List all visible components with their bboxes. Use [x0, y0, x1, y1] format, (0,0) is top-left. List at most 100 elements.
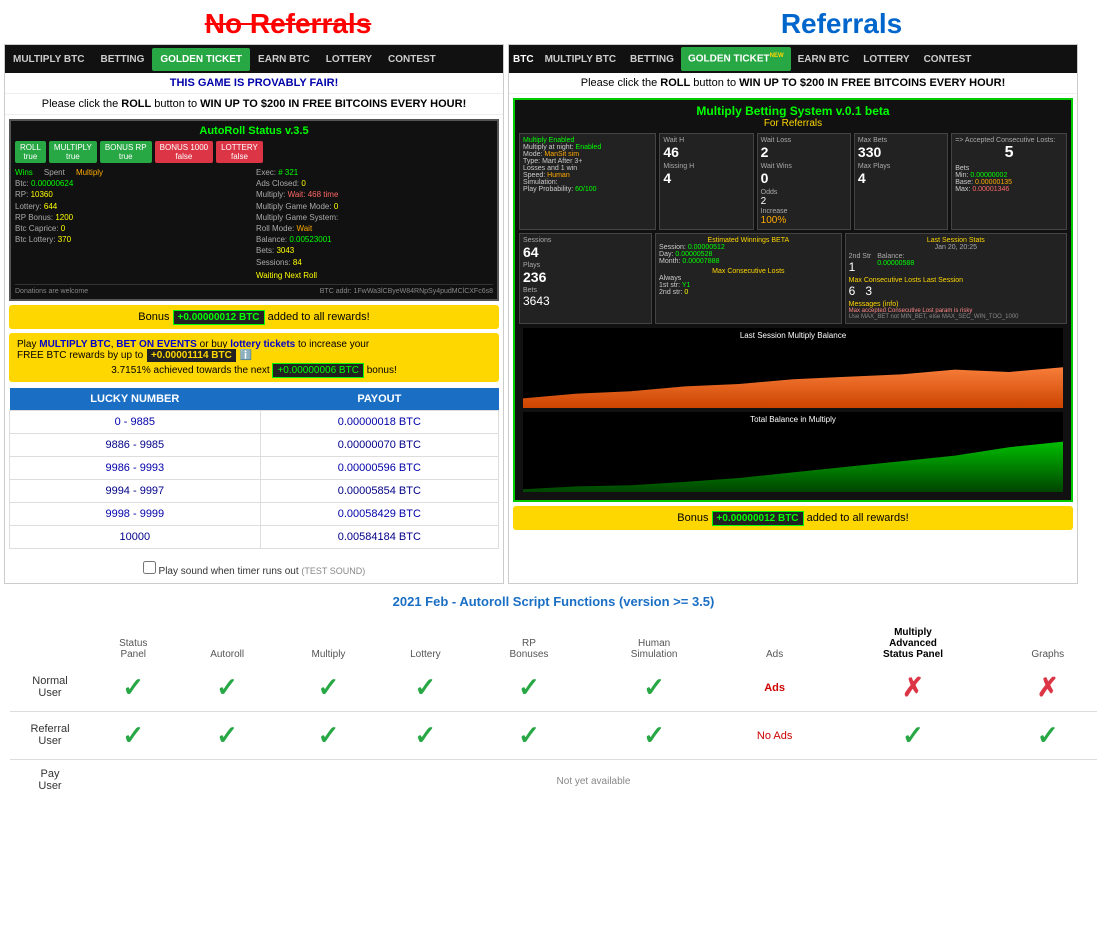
bonus1000-btn[interactable]: BONUS 1000false — [155, 141, 213, 163]
right-nav-bar: BTC MULTIPLY BTC BETTING GOLDEN TICKETNE… — [509, 45, 1077, 73]
session-est: Session: 0.00000512 — [659, 244, 838, 251]
col-payout: PAYOUT — [260, 388, 498, 411]
right-nav-lottery[interactable]: LOTTERY — [856, 48, 916, 71]
comparison-table: Status Panel Autoroll Multiply Lottery R… — [10, 623, 1097, 800]
payout-5: 0.00058429 BTC — [260, 502, 498, 525]
pay-user-label: PayUser — [10, 759, 90, 800]
max-val-row: Max: 0.00001346 — [955, 186, 1063, 193]
messages-label: Messages (info) — [849, 301, 1063, 308]
multiply-title: Multiply Betting System v.0.1 beta — [519, 104, 1067, 118]
table-row: 9998 - 9999 0.00058429 BTC — [10, 502, 499, 525]
missing-h-val: 4 — [663, 170, 749, 186]
btc-caprice-stat: Btc Caprice: 0 — [15, 223, 252, 234]
day-est: Day: 0.00000528 — [659, 251, 838, 258]
lottery-btn[interactable]: LOTTERYfalse — [216, 141, 263, 163]
lottery-stat: Lottery: 644 — [15, 201, 252, 212]
payout-2: 0.00000070 BTC — [260, 433, 498, 456]
right-bonus-amount: +0.00000012 BTC — [712, 511, 804, 526]
referrals-title: Referrals — [781, 8, 902, 40]
right-bonus-suffix: added to all rewards! — [807, 512, 909, 524]
increase-label: Increase — [761, 208, 847, 215]
progress-line: 3.7151% achieved towards the next +0.000… — [17, 365, 491, 376]
type-label: Type: Mart After 3+ — [523, 158, 652, 165]
promo-line2: FREE BTC rewards by up to +0.00001114 BT… — [17, 350, 491, 361]
first-str2-label: 2nd Str — [849, 253, 872, 260]
max-consec-label: Max Consecutive Losts — [659, 268, 838, 275]
right-nav-betting[interactable]: BETTING — [623, 48, 681, 71]
night-enabled: Multiply at night: Enabled — [523, 144, 652, 151]
nav-contest[interactable]: CONTEST — [380, 48, 444, 71]
rp-bonus-stat: RP Bonus: 1200 — [15, 212, 252, 223]
right-nav-btc[interactable]: BTC — [509, 48, 538, 71]
month-est: Month: 0.00007888 — [659, 258, 838, 265]
normal-user-label: NormalUser — [10, 664, 90, 712]
bets-count-label: Bets — [523, 287, 648, 294]
col-human-sim: Human Simulation — [586, 623, 722, 664]
roll-btn[interactable]: ROLLtrue — [15, 141, 46, 163]
btc-lottery-stat: Btc Lottery: 370 — [15, 234, 252, 245]
normal-autoroll: ✓ — [177, 664, 278, 712]
col-status-panel: Status Panel — [90, 623, 177, 664]
pay-user-row: PayUser Not yet available — [10, 759, 1097, 800]
max-bets-label: Max Bets — [858, 137, 944, 144]
max-bets-val: 330 — [858, 144, 944, 160]
wait-h-val: 46 — [663, 144, 749, 160]
right-nav-contest[interactable]: CONTEST — [917, 48, 979, 71]
referral-lottery: ✓ — [379, 711, 471, 759]
range-1: 0 - 9885 — [10, 410, 261, 433]
game-mode-stat: Multiply Game Mode: 0 — [256, 201, 493, 212]
sound-label: Play sound when timer runs out — [159, 566, 299, 577]
col-ads: Ads — [722, 623, 828, 664]
promo-bar: Play MULTIPLY BTC, BET ON EVENTS or buy … — [9, 333, 499, 382]
right-nav-multiply[interactable]: MULTIPLY BTC — [538, 48, 623, 71]
left-nav-bar: MULTIPLY BTC BETTING GOLDEN TICKET EARN … — [5, 45, 503, 73]
sound-row: Play sound when timer runs out (TEST SOU… — [5, 555, 503, 583]
nav-lottery[interactable]: LOTTERY — [318, 48, 380, 71]
multiply-box: Multiply Betting System v.0.1 beta For R… — [513, 98, 1073, 502]
balance-last-label: Balance: — [877, 253, 914, 260]
wait-wins-label: Wait Wins — [761, 163, 847, 170]
bonus-rp-btn[interactable]: BONUS RPtrue — [100, 141, 152, 163]
chart-session-balance: Last Session Multiply Balance — [523, 328, 1063, 408]
chart2-label: Total Balance in Multiply — [750, 415, 836, 424]
normal-graphs: ✗ — [999, 664, 1097, 712]
nav-multiply[interactable]: MULTIPLY BTC — [5, 48, 92, 71]
ads-stat: Ads Closed: 0 — [256, 178, 493, 189]
autoroll-buttons: ROLLtrue MULTIPLYtrue BONUS RPtrue BONUS… — [15, 141, 493, 163]
normal-human-sim: ✓ — [586, 664, 722, 712]
payout-3: 0.00000596 BTC — [260, 456, 498, 479]
odds-label: Odds — [761, 189, 847, 196]
accepted-label: => Accepted Consecutive Losts: — [955, 137, 1063, 144]
referral-user-label: ReferralUser — [10, 711, 90, 759]
bonus-bar: Bonus +0.00000012 BTC added to all rewar… — [9, 305, 499, 329]
wins-label: Wins Spent Multiply — [15, 167, 252, 178]
range-5: 9998 - 9999 — [10, 502, 261, 525]
right-nav-golden[interactable]: GOLDEN TICKETNEW — [681, 47, 791, 70]
nav-golden[interactable]: GOLDEN TICKET — [152, 48, 250, 71]
roll-mode-stat: Roll Mode: Wait — [256, 223, 493, 234]
estimated-label: Estimated Winnings BETA — [659, 237, 838, 244]
prob-label: Play Probability: 60/100 — [523, 186, 652, 193]
wait-h-label: Wait H — [663, 137, 749, 144]
normal-user-row: NormalUser ✓ ✓ ✓ ✓ ✓ ✓ Ads ✗ ✗ — [10, 664, 1097, 712]
exec-stat: Exec: # 321 — [256, 167, 493, 178]
right-nav-earn[interactable]: EARN BTC — [791, 48, 857, 71]
mode-label: Mode: ManSit sim — [523, 151, 652, 158]
increase-val: 100% — [761, 215, 847, 226]
col-multiply-advanced: Multiply Advanced Status Panel — [827, 623, 998, 664]
test-sound-link[interactable]: (TEST SOUND) — [301, 566, 365, 576]
nav-betting[interactable]: BETTING — [92, 48, 152, 71]
normal-status-panel: ✓ — [90, 664, 177, 712]
speed-label: Speed: Human — [523, 172, 652, 179]
right-bonus-label: Bonus — [677, 512, 708, 524]
nav-earn[interactable]: EARN BTC — [250, 48, 318, 71]
losses-label: Losses and 1 win — [523, 165, 652, 172]
right-free-btc-message: Please click the ROLL button to WIN UP T… — [509, 73, 1077, 94]
referral-graphs: ✓ — [999, 711, 1097, 759]
multiply-btn[interactable]: MULTIPLYtrue — [49, 141, 97, 163]
base-val-row: Base: 0.00000135 — [955, 179, 1063, 186]
col-multiply: Multiply — [278, 623, 379, 664]
free-btc-message: Please click the ROLL button to WIN UP T… — [5, 94, 503, 115]
sound-checkbox[interactable] — [143, 561, 156, 574]
accepted-val: 5 — [955, 144, 1063, 162]
